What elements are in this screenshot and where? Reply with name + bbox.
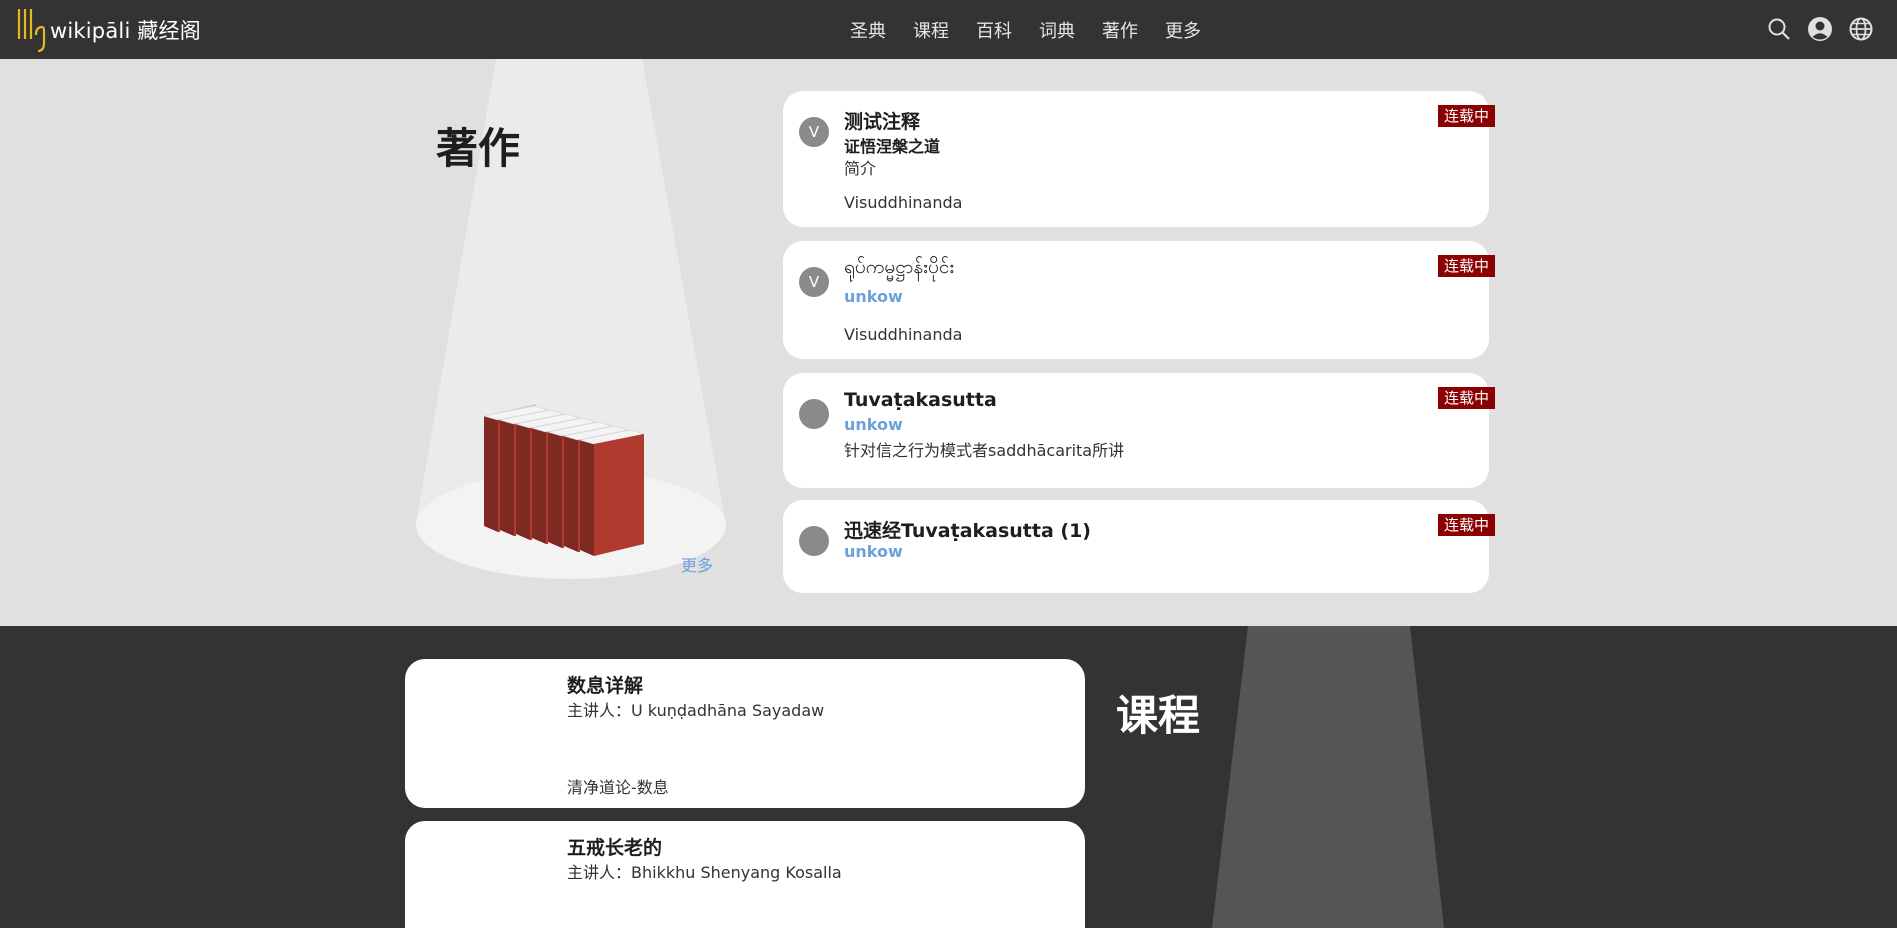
nav-item-canon[interactable]: 圣典 xyxy=(850,17,886,43)
work-subtitle[interactable]: unkow xyxy=(844,415,903,434)
status-badge: 连载中 xyxy=(1437,105,1495,127)
status-badge: 连载中 xyxy=(1437,387,1495,409)
nav-item-dictionary[interactable]: 词典 xyxy=(1039,17,1075,43)
course-teacher: 主讲人：U kuṇḍadhāna Sayadaw xyxy=(567,701,825,720)
course-card[interactable]: 数息详解 主讲人：U kuṇḍadhāna Sayadaw 清净道论-数息 xyxy=(405,659,1085,808)
courses-title: 课程 xyxy=(1116,691,1201,740)
book-cover xyxy=(594,434,644,556)
books-illustration xyxy=(483,404,645,556)
book-spine xyxy=(484,416,498,532)
course-description: 清净道论-数息 xyxy=(567,778,669,797)
book-edge xyxy=(562,435,564,548)
course-teacher: 主讲人：Bhikkhu Shenyang Kosalla xyxy=(567,863,842,882)
nav-item-courses[interactable]: 课程 xyxy=(913,17,949,43)
author-avatar: V xyxy=(799,267,829,297)
work-title[interactable]: 测试注释 xyxy=(844,107,920,134)
book-edge xyxy=(514,423,516,536)
globe-icon[interactable] xyxy=(1848,16,1874,42)
work-title[interactable]: ရုပ်ကမ္မဋ္ဌာန်းပိုင်း xyxy=(844,255,954,283)
works-more-link[interactable]: 更多 xyxy=(681,552,713,576)
work-subtitle: 证悟涅槃之道 xyxy=(844,137,941,156)
book-edge xyxy=(546,431,548,544)
course-title[interactable]: 数息详解 xyxy=(567,671,643,698)
work-subtitle[interactable]: unkow xyxy=(844,287,903,306)
nav-item-wiki[interactable]: 百科 xyxy=(976,17,1012,43)
course-card[interactable]: 五戒长老的 主讲人：Bhikkhu Shenyang Kosalla xyxy=(405,821,1085,928)
course-title[interactable]: 五戒长老的 xyxy=(567,833,662,860)
status-badge: 连载中 xyxy=(1437,255,1495,277)
logo-text: wikipāli 藏经阁 xyxy=(50,19,201,43)
book-edge xyxy=(498,419,500,532)
site-logo[interactable]: wikipāli 藏经阁 xyxy=(16,8,201,53)
book-edge xyxy=(578,439,580,552)
nav-item-more[interactable]: 更多 xyxy=(1165,17,1201,43)
work-intro: 简介 xyxy=(844,159,877,178)
works-title: 著作 xyxy=(436,124,521,173)
author-avatar xyxy=(799,526,829,556)
author-avatar xyxy=(799,399,829,429)
book-spine xyxy=(564,436,578,552)
work-author[interactable]: Visuddhinanda xyxy=(844,325,962,344)
courses-section: 课程 数息详解 主讲人：U kuṇḍadhāna Sayadaw 清净道论-数息… xyxy=(0,626,1897,928)
book-spine xyxy=(548,432,562,548)
work-description: 针对信之行为模式者saddhācarita所讲 xyxy=(844,441,1125,460)
logo-mark-icon xyxy=(17,9,46,53)
work-subtitle[interactable]: unkow xyxy=(844,542,903,561)
work-card[interactable]: 迅速经Tuvaṭakasutta (1) unkow 连载中 xyxy=(783,500,1495,593)
book-edge xyxy=(530,427,532,540)
book-spine xyxy=(532,428,546,544)
work-title[interactable]: Tuvaṭakasutta xyxy=(844,389,997,411)
user-icon[interactable] xyxy=(1807,16,1833,42)
top-navbar: wikipāli 藏经阁 圣典 课程 百科 词典 著作 更多 xyxy=(0,0,1897,59)
book-spine xyxy=(500,420,514,536)
work-title[interactable]: 迅速经Tuvaṭakasutta (1) xyxy=(844,516,1091,543)
book-spine xyxy=(580,440,594,556)
work-author[interactable]: Visuddhinanda xyxy=(844,193,962,212)
work-card[interactable]: V 测试注释 证悟涅槃之道 简介 Visuddhinanda 连载中 xyxy=(783,91,1495,227)
author-avatar: V xyxy=(799,117,829,147)
book-spine xyxy=(516,424,530,540)
main-nav: 圣典 课程 百科 词典 著作 更多 xyxy=(850,0,1228,59)
work-card[interactable]: V ရုပ်ကမ္မဋ္ဌာန်းပိုင်း unkow Visuddhina… xyxy=(783,241,1495,359)
status-badge: 连载中 xyxy=(1437,514,1495,536)
work-card[interactable]: Tuvaṭakasutta unkow 针对信之行为模式者saddhācarit… xyxy=(783,373,1495,488)
works-section: 著作 更多 V 测试注释 证悟涅槃之道 简介 Visuddhinanda 连载中… xyxy=(0,59,1897,626)
search-icon[interactable] xyxy=(1766,16,1792,42)
nav-item-works[interactable]: 著作 xyxy=(1102,17,1138,43)
